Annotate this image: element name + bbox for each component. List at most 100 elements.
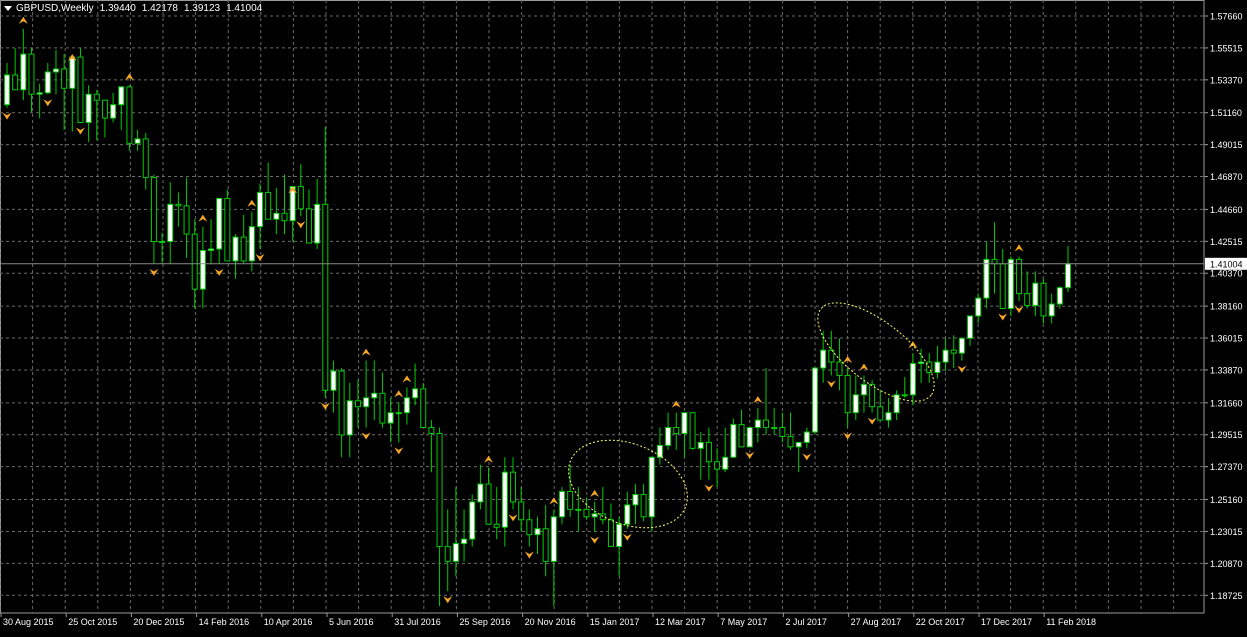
candle-bull[interactable]	[110, 104, 117, 119]
candle-bear[interactable]	[640, 493, 647, 518]
candle-bull[interactable]	[208, 248, 215, 251]
candle-bear[interactable]	[93, 93, 100, 101]
candle-bull[interactable]	[681, 412, 688, 434]
candle-bear[interactable]	[224, 197, 231, 262]
chart-menu-triangle-icon[interactable]	[4, 5, 12, 11]
candle-bull[interactable]	[363, 397, 370, 408]
candle-bull[interactable]	[811, 367, 818, 433]
candle-bull[interactable]	[558, 491, 565, 518]
candle-bear[interactable]	[28, 53, 35, 95]
candle-bull[interactable]	[20, 53, 27, 91]
candle-bull[interactable]	[167, 203, 174, 243]
candle-bull[interactable]	[216, 197, 223, 250]
candle-bull[interactable]	[412, 388, 419, 399]
candle-bear[interactable]	[950, 349, 957, 354]
candle-bull[interactable]	[477, 483, 484, 503]
candle-bull[interactable]	[983, 258, 990, 299]
candle-bear[interactable]	[999, 263, 1006, 310]
candle-bull[interactable]	[371, 392, 378, 399]
candle-bear[interactable]	[150, 177, 157, 243]
candle-bull[interactable]	[958, 337, 965, 354]
candle-bear[interactable]	[142, 138, 149, 179]
candle-bull[interactable]	[69, 56, 76, 89]
candle-bull[interactable]	[754, 419, 761, 429]
candle-bull[interactable]	[461, 538, 468, 545]
candle-bull[interactable]	[575, 508, 582, 511]
candle-bull[interactable]	[1048, 303, 1055, 317]
candle-bull[interactable]	[901, 394, 908, 397]
candle-bull[interactable]	[4, 74, 10, 106]
candle-bull[interactable]	[967, 315, 974, 339]
candle-bear[interactable]	[836, 361, 843, 376]
candle-bull[interactable]	[820, 349, 827, 369]
candle-bear[interactable]	[101, 99, 108, 119]
candle-bull[interactable]	[550, 516, 557, 562]
candle-bear[interactable]	[305, 208, 312, 244]
candle-bull[interactable]	[85, 93, 92, 124]
candle-bull[interactable]	[722, 456, 729, 470]
candlestick-chart[interactable]: 1.57660 1.55515 1.53370 1.51160 1.49015 1.468…	[0, 0, 1247, 633]
candle-bear[interactable]	[1024, 293, 1031, 307]
candle-bull[interactable]	[330, 370, 337, 391]
candle-bull[interactable]	[909, 363, 916, 396]
candle-bear[interactable]	[436, 432, 443, 548]
candle-bull[interactable]	[1032, 282, 1039, 307]
candle-bull[interactable]	[697, 441, 704, 449]
candle-bear[interactable]	[444, 546, 451, 562]
candle-bear[interactable]	[583, 508, 590, 518]
candle-bull[interactable]	[469, 501, 476, 540]
candle-bear[interactable]	[714, 461, 721, 470]
candle-bear[interactable]	[240, 236, 247, 262]
candle-bear[interactable]	[379, 392, 386, 424]
candle-bull[interactable]	[248, 226, 255, 262]
candle-bull[interactable]	[852, 394, 859, 414]
candle-bear[interactable]	[828, 349, 835, 363]
candle-bull[interactable]	[591, 513, 598, 518]
candle-bull[interactable]	[730, 424, 737, 458]
candle-bull[interactable]	[387, 412, 394, 424]
candle-bear[interactable]	[518, 501, 525, 521]
candle-bull[interactable]	[771, 427, 778, 430]
candle-bear[interactable]	[844, 374, 851, 414]
candle-bull[interactable]	[942, 349, 949, 363]
candle-bear[interactable]	[61, 68, 68, 89]
candle-bear[interactable]	[191, 233, 198, 290]
candle-bull[interactable]	[632, 493, 639, 506]
candle-bear[interactable]	[689, 412, 696, 449]
candle-bear[interactable]	[599, 513, 606, 521]
candle-bull[interactable]	[273, 212, 280, 220]
candle-bull[interactable]	[501, 471, 508, 528]
candle-bull[interactable]	[232, 236, 239, 262]
candle-bull[interactable]	[885, 412, 892, 421]
candle-bull[interactable]	[314, 203, 321, 244]
candle-bear[interactable]	[991, 258, 998, 265]
candle-bear[interactable]	[175, 203, 182, 207]
candle-bear[interactable]	[493, 523, 500, 528]
candle-bear[interactable]	[428, 427, 435, 434]
candle-bear[interactable]	[779, 427, 786, 437]
candle-bear[interactable]	[126, 86, 133, 144]
candle-bull[interactable]	[452, 543, 459, 562]
ellipse-object[interactable]	[556, 424, 701, 545]
candle-bull[interactable]	[403, 397, 410, 414]
candle-bear[interactable]	[1016, 258, 1023, 295]
candle-bear[interactable]	[12, 74, 19, 91]
candle-bull[interactable]	[918, 361, 925, 365]
candle-bull[interactable]	[159, 241, 166, 244]
candle-bull[interactable]	[616, 523, 623, 548]
candle-bear[interactable]	[877, 406, 884, 421]
candle-bear[interactable]	[607, 519, 614, 548]
candle-bull[interactable]	[795, 441, 802, 448]
candle-bear[interactable]	[265, 191, 272, 220]
candle-bear[interactable]	[567, 491, 574, 510]
candle-bull[interactable]	[1056, 287, 1063, 305]
candle-bear[interactable]	[510, 471, 517, 503]
candle-bear[interactable]	[738, 424, 745, 448]
candle-bear[interactable]	[485, 483, 492, 525]
candle-bull[interactable]	[975, 297, 982, 317]
candle-bull[interactable]	[118, 86, 125, 106]
candle-bull[interactable]	[199, 249, 206, 290]
candle-bull[interactable]	[803, 431, 810, 443]
candle-bear[interactable]	[297, 186, 304, 210]
candle-bull[interactable]	[746, 427, 753, 448]
